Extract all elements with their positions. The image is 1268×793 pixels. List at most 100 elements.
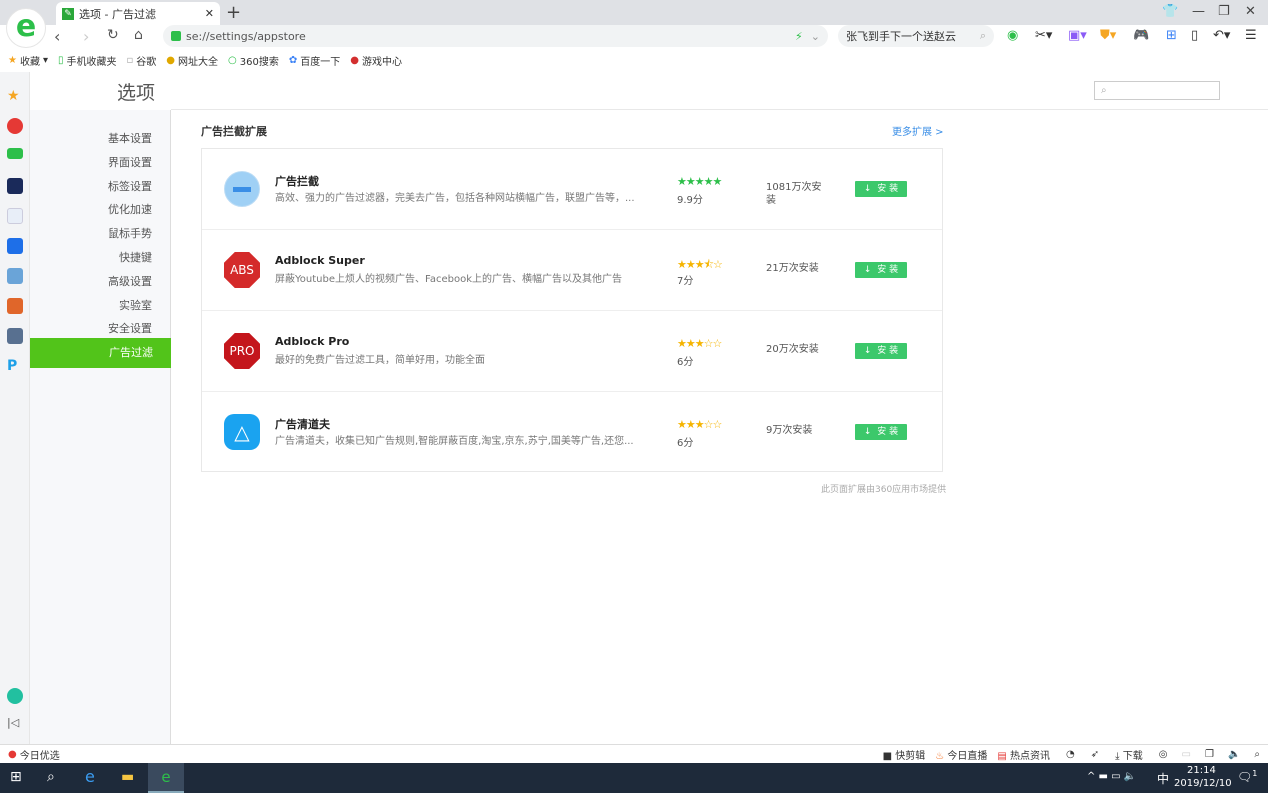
edge-icon[interactable]: e xyxy=(85,767,95,786)
game2-icon[interactable] xyxy=(7,298,23,314)
sidebar-item-mouse[interactable]: 鼠标手势 xyxy=(108,225,152,241)
star-icon: ★ xyxy=(694,337,705,350)
restore-button[interactable]: ❐ xyxy=(1218,4,1230,19)
bookmark-google[interactable]: ▫ 谷歌 xyxy=(127,53,157,68)
clock-date[interactable]: 2019/12/10 xyxy=(1174,778,1232,789)
rating-score: 6分 xyxy=(677,438,694,449)
chat-icon[interactable] xyxy=(7,238,23,254)
hotnews-item[interactable]: ▤ 热点资讯 xyxy=(997,747,1050,762)
today-picks[interactable]: 今日优选 xyxy=(20,747,883,762)
extension-name[interactable]: 广告拦截 xyxy=(275,173,319,189)
forward-button[interactable]: › xyxy=(83,27,89,46)
browser-logo[interactable]: e xyxy=(6,8,46,48)
new-tab-button[interactable]: + xyxy=(226,2,241,23)
chevron-down-icon[interactable]: ⌄ xyxy=(811,30,820,43)
gamepad-icon[interactable]: 🎮 xyxy=(1133,28,1149,43)
extension-list: 广告拦截 高效、强力的广告过滤器，完美去广告，包括各种网站横幅广告，联盟广告等，… xyxy=(201,148,943,472)
extension-name[interactable]: Adblock Super xyxy=(275,254,365,267)
news-icon[interactable] xyxy=(7,178,23,194)
address-bar[interactable]: se://settings/appstore ⚡ ⌄ xyxy=(163,25,828,47)
install-button[interactable]: ↓ 安 装 xyxy=(855,343,907,359)
lightning-icon[interactable]: ⚡ xyxy=(795,30,803,43)
apps-icon[interactable]: ⊞ xyxy=(1166,28,1177,43)
search-icon[interactable]: ⌕ xyxy=(1254,749,1260,760)
bookmark-games[interactable]: ● 游戏中心 xyxy=(350,53,402,68)
star-icon: ★ xyxy=(694,258,705,271)
back-button[interactable]: ‹ xyxy=(54,27,60,46)
sidebar-item-shortcuts[interactable]: 快捷键 xyxy=(119,249,152,265)
sidebar-item-tabs[interactable]: 标签设置 xyxy=(108,178,152,194)
sidebar-item-security[interactable]: 安全设置 xyxy=(108,320,152,336)
sidebar-item-advanced[interactable]: 高级设置 xyxy=(108,273,152,289)
close-tab-icon[interactable]: ✕ xyxy=(205,7,214,20)
browser-taskbar-icon[interactable]: e xyxy=(148,763,184,793)
collapse-icon[interactable]: |◁ xyxy=(7,716,23,732)
kuaijianji-item[interactable]: ■ 快剪辑 xyxy=(883,747,926,762)
extension-row: △ 广告清道夫 广告清道夫，收集已知广告规则,智能屏蔽百度,淘宝,京东,苏宁,国美… xyxy=(202,392,942,473)
sidebar-item-interface[interactable]: 界面设置 xyxy=(108,154,152,170)
more-extensions-link[interactable]: 更多扩展 > xyxy=(892,123,944,138)
sidebar-item-optimize[interactable]: 优化加速 xyxy=(108,201,152,217)
star-icon: ☆ xyxy=(712,418,723,431)
live-item[interactable]: ♨ 今日直播 xyxy=(935,747,987,762)
taskbar: ⊞ ⌕ e ▬ e ^ ▬ ▭ 🔈 中 21:14 2019/12/10 🗨1 xyxy=(0,763,1268,793)
scissors-icon[interactable]: ✂▾ xyxy=(1035,28,1052,43)
phone-icon: ▯ xyxy=(58,54,64,66)
home-button[interactable]: ⌂ xyxy=(134,27,143,43)
install-button[interactable]: ↓ 安 装 xyxy=(855,262,907,278)
reload-button[interactable]: ↻ xyxy=(107,27,119,43)
adblock-minus-icon xyxy=(224,171,260,207)
speed-icon[interactable]: ◔ xyxy=(1066,749,1075,760)
extension-name[interactable]: Adblock Pro xyxy=(275,335,349,348)
ime-indicator[interactable]: 中 xyxy=(1157,770,1169,787)
skin-icon[interactable]: 👕 xyxy=(1162,4,1178,19)
rocket-icon[interactable]: ➶ xyxy=(1091,749,1099,760)
search-icon[interactable]: ⌕ xyxy=(47,769,55,785)
mail-icon[interactable] xyxy=(7,148,23,159)
bookmark-360search[interactable]: ○ 360搜索 xyxy=(228,53,279,68)
window-icon[interactable]: ❐ xyxy=(1205,749,1214,760)
close-window-button[interactable]: ✕ xyxy=(1245,4,1256,19)
bookmark-favorites[interactable]: ★ 收藏 ▾ xyxy=(8,53,48,68)
translate-icon[interactable]: ▣▾ xyxy=(1068,28,1087,43)
extension-name[interactable]: 广告清道夫 xyxy=(275,416,330,432)
phone-icon[interactable]: ▯ xyxy=(1191,28,1198,43)
windows-start-icon[interactable]: ⊞ xyxy=(10,769,22,785)
incognito-icon[interactable]: ◎ xyxy=(1159,749,1168,760)
bookmark-mobile[interactable]: ▯ 手机收藏夹 xyxy=(58,53,117,68)
install-count: 21万次安装 xyxy=(766,263,819,274)
weibo-icon[interactable] xyxy=(7,118,23,134)
install-button[interactable]: ↓ 安 装 xyxy=(855,424,907,440)
p-app-icon[interactable]: P xyxy=(7,358,23,374)
sidebar-item-lab[interactable]: 实验室 xyxy=(119,297,152,313)
search-icon: ⌕ xyxy=(1101,85,1107,96)
menu-icon[interactable]: ☰ xyxy=(1245,28,1257,43)
add-app-icon[interactable] xyxy=(7,688,23,704)
explorer-icon[interactable]: ▬ xyxy=(121,769,134,785)
minimize-button[interactable]: — xyxy=(1192,4,1205,19)
bookmark-hao[interactable]: ● 网址大全 xyxy=(166,53,218,68)
sidebar-item-basic[interactable]: 基本设置 xyxy=(108,130,152,146)
search-icon[interactable]: ⌕ xyxy=(980,29,986,43)
game3-icon[interactable] xyxy=(7,328,23,344)
notes-icon[interactable] xyxy=(7,208,23,224)
wechat-icon[interactable]: ◉ xyxy=(1007,28,1018,43)
install-button[interactable]: ↓ 安 装 xyxy=(855,181,907,197)
download-item[interactable]: ⤓ 下载 xyxy=(1115,747,1143,762)
search-box[interactable]: 张飞到手下一个送赵云 ⌕ xyxy=(838,25,994,47)
star-icon: ⯪ xyxy=(703,258,714,271)
section-title: 广告拦截扩展 xyxy=(201,125,267,138)
settings-search-input[interactable]: ⌕ xyxy=(1094,81,1220,100)
notification-icon[interactable]: 🗨1 xyxy=(1237,769,1257,784)
star-icon[interactable]: ★ xyxy=(7,88,23,104)
clock-time[interactable]: 21:14 xyxy=(1187,765,1216,776)
bookmark-baidu[interactable]: ✿ 百度一下 xyxy=(289,53,340,68)
tab-active[interactable]: ✎ 选项 - 广告过滤 ✕ xyxy=(56,2,220,25)
shield-badge-icon[interactable]: ⛊▾ xyxy=(1100,28,1116,43)
tray-icons[interactable]: ^ ▬ ▭ 🔈 xyxy=(1087,771,1136,782)
sidebar-item-adfilter[interactable]: 广告过滤 xyxy=(30,338,171,368)
volume-icon[interactable]: 🔈 xyxy=(1228,749,1240,760)
screenshot-icon[interactable]: ▭ xyxy=(1182,749,1191,760)
game1-icon[interactable] xyxy=(7,268,23,284)
undo-icon[interactable]: ↶▾ xyxy=(1213,28,1230,43)
